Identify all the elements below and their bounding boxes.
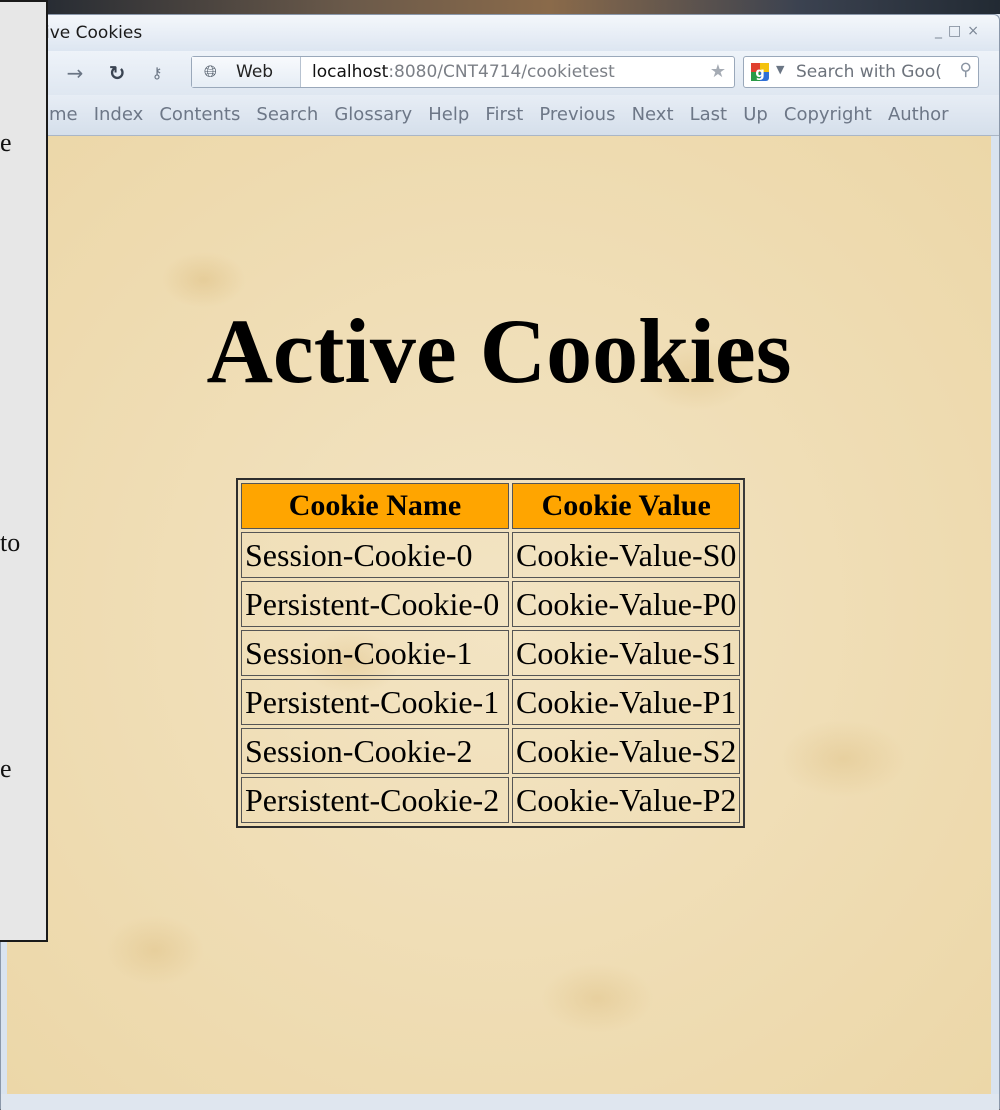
- cookie-value-cell: Cookie-Value-S2: [512, 728, 741, 774]
- page-title: Active Cookies: [206, 300, 792, 402]
- chevron-down-icon[interactable]: ▼: [776, 63, 784, 76]
- key-icon: ⚷: [151, 64, 163, 82]
- table-row: Session-Cookie-1 Cookie-Value-S1: [241, 630, 741, 676]
- nav-link-last[interactable]: Last: [690, 95, 728, 135]
- cookie-name-cell: Session-Cookie-1: [241, 630, 509, 676]
- window-controls: _□×: [935, 23, 985, 39]
- cookie-value-cell: Cookie-Value-S0: [512, 532, 741, 578]
- site-identity-label: Web: [236, 62, 274, 82]
- address-path: :8080/CNT4714/cookietest: [388, 62, 615, 82]
- cookie-value-cell: Cookie-Value-P1: [512, 679, 741, 725]
- svg-text:g: g: [755, 66, 764, 81]
- nav-link-contents[interactable]: Contents: [159, 95, 240, 135]
- panel-text-fragment: e: [0, 128, 12, 157]
- nav-link-first[interactable]: First: [485, 95, 523, 135]
- forward-button[interactable]: →: [61, 59, 89, 87]
- site-navigation-links: me Index Contents Search Glossary Help F…: [49, 95, 960, 135]
- reload-icon: ↻: [108, 61, 126, 85]
- nav-link-search[interactable]: Search: [256, 95, 318, 135]
- search-icon[interactable]: ⚲: [956, 60, 972, 80]
- table-row: Persistent-Cookie-0 Cookie-Value-P0: [241, 581, 741, 627]
- arrow-right-icon: →: [66, 61, 84, 85]
- table-row: Session-Cookie-2 Cookie-Value-S2: [241, 728, 741, 774]
- desktop-background: [0, 0, 1000, 14]
- nav-link-next[interactable]: Next: [632, 95, 674, 135]
- address-text[interactable]: localhost:8080/CNT4714/cookietest: [312, 57, 615, 87]
- reload-button[interactable]: ↻: [103, 59, 131, 87]
- navigation-toolbar: → ↻ ⚷ 🌐︎ Web localhost:8080/CNT4714/cook…: [1, 51, 999, 95]
- cookie-value-cell: Cookie-Value-S1: [512, 630, 741, 676]
- cookie-name-cell: Session-Cookie-2: [241, 728, 509, 774]
- cookie-name-cell: Persistent-Cookie-1: [241, 679, 509, 725]
- page-content: Active Cookies Cookie Name Cookie Value …: [7, 136, 991, 1094]
- nav-link-up[interactable]: Up: [743, 95, 768, 135]
- panel-text-fragment: e: [0, 754, 12, 783]
- nav-link-home[interactable]: me: [49, 95, 78, 135]
- title-bar[interactable]: ctive Cookies _□×: [1, 15, 999, 51]
- maximize-button[interactable]: □: [948, 23, 967, 39]
- overlay-side-panel: e to e: [0, 0, 48, 942]
- google-icon[interactable]: g: [750, 62, 770, 82]
- table-row: Session-Cookie-0 Cookie-Value-S0: [241, 532, 741, 578]
- cookie-value-cell: Cookie-Value-P0: [512, 581, 741, 627]
- nav-link-help[interactable]: Help: [428, 95, 469, 135]
- window-frame: ctive Cookies _□× → ↻ ⚷ 🌐︎ Web localhost…: [0, 14, 1000, 1110]
- minimize-button[interactable]: _: [935, 23, 948, 39]
- table-row: Persistent-Cookie-1 Cookie-Value-P1: [241, 679, 741, 725]
- site-navigation-bar: me Index Contents Search Glossary Help F…: [1, 95, 999, 136]
- cookie-name-cell: Session-Cookie-0: [241, 532, 509, 578]
- cookie-value-cell: Cookie-Value-P2: [512, 777, 741, 823]
- site-identity-badge[interactable]: 🌐︎ Web: [192, 57, 301, 87]
- address-bar[interactable]: 🌐︎ Web localhost:8080/CNT4714/cookietest…: [191, 56, 735, 88]
- column-header-cookie-value: Cookie Value: [512, 483, 741, 529]
- table-header-row: Cookie Name Cookie Value: [241, 483, 741, 529]
- close-button[interactable]: ×: [967, 23, 985, 39]
- cookie-name-cell: Persistent-Cookie-0: [241, 581, 509, 627]
- panel-text-fragment: to: [0, 528, 21, 557]
- nav-link-previous[interactable]: Previous: [539, 95, 615, 135]
- cookie-name-cell: Persistent-Cookie-2: [241, 777, 509, 823]
- globe-icon: 🌐︎: [204, 62, 217, 81]
- nav-link-index[interactable]: Index: [94, 95, 144, 135]
- search-box[interactable]: g ▼ Search with Goo( ⚲: [743, 56, 979, 88]
- nav-link-author[interactable]: Author: [888, 95, 949, 135]
- browser-window: ctive Cookies _□× → ↻ ⚷ 🌐︎ Web localhost…: [0, 0, 1000, 1110]
- key-button[interactable]: ⚷: [143, 59, 171, 87]
- column-header-cookie-name: Cookie Name: [241, 483, 509, 529]
- table-row: Persistent-Cookie-2 Cookie-Value-P2: [241, 777, 741, 823]
- cookie-table: Cookie Name Cookie Value Session-Cookie-…: [236, 478, 746, 828]
- star-icon[interactable]: ★: [710, 61, 726, 82]
- status-bar: [1, 1094, 999, 1110]
- address-host: localhost: [312, 62, 389, 82]
- search-input[interactable]: Search with Goo(: [796, 57, 942, 87]
- nav-link-copyright[interactable]: Copyright: [784, 95, 872, 135]
- nav-link-glossary[interactable]: Glossary: [334, 95, 412, 135]
